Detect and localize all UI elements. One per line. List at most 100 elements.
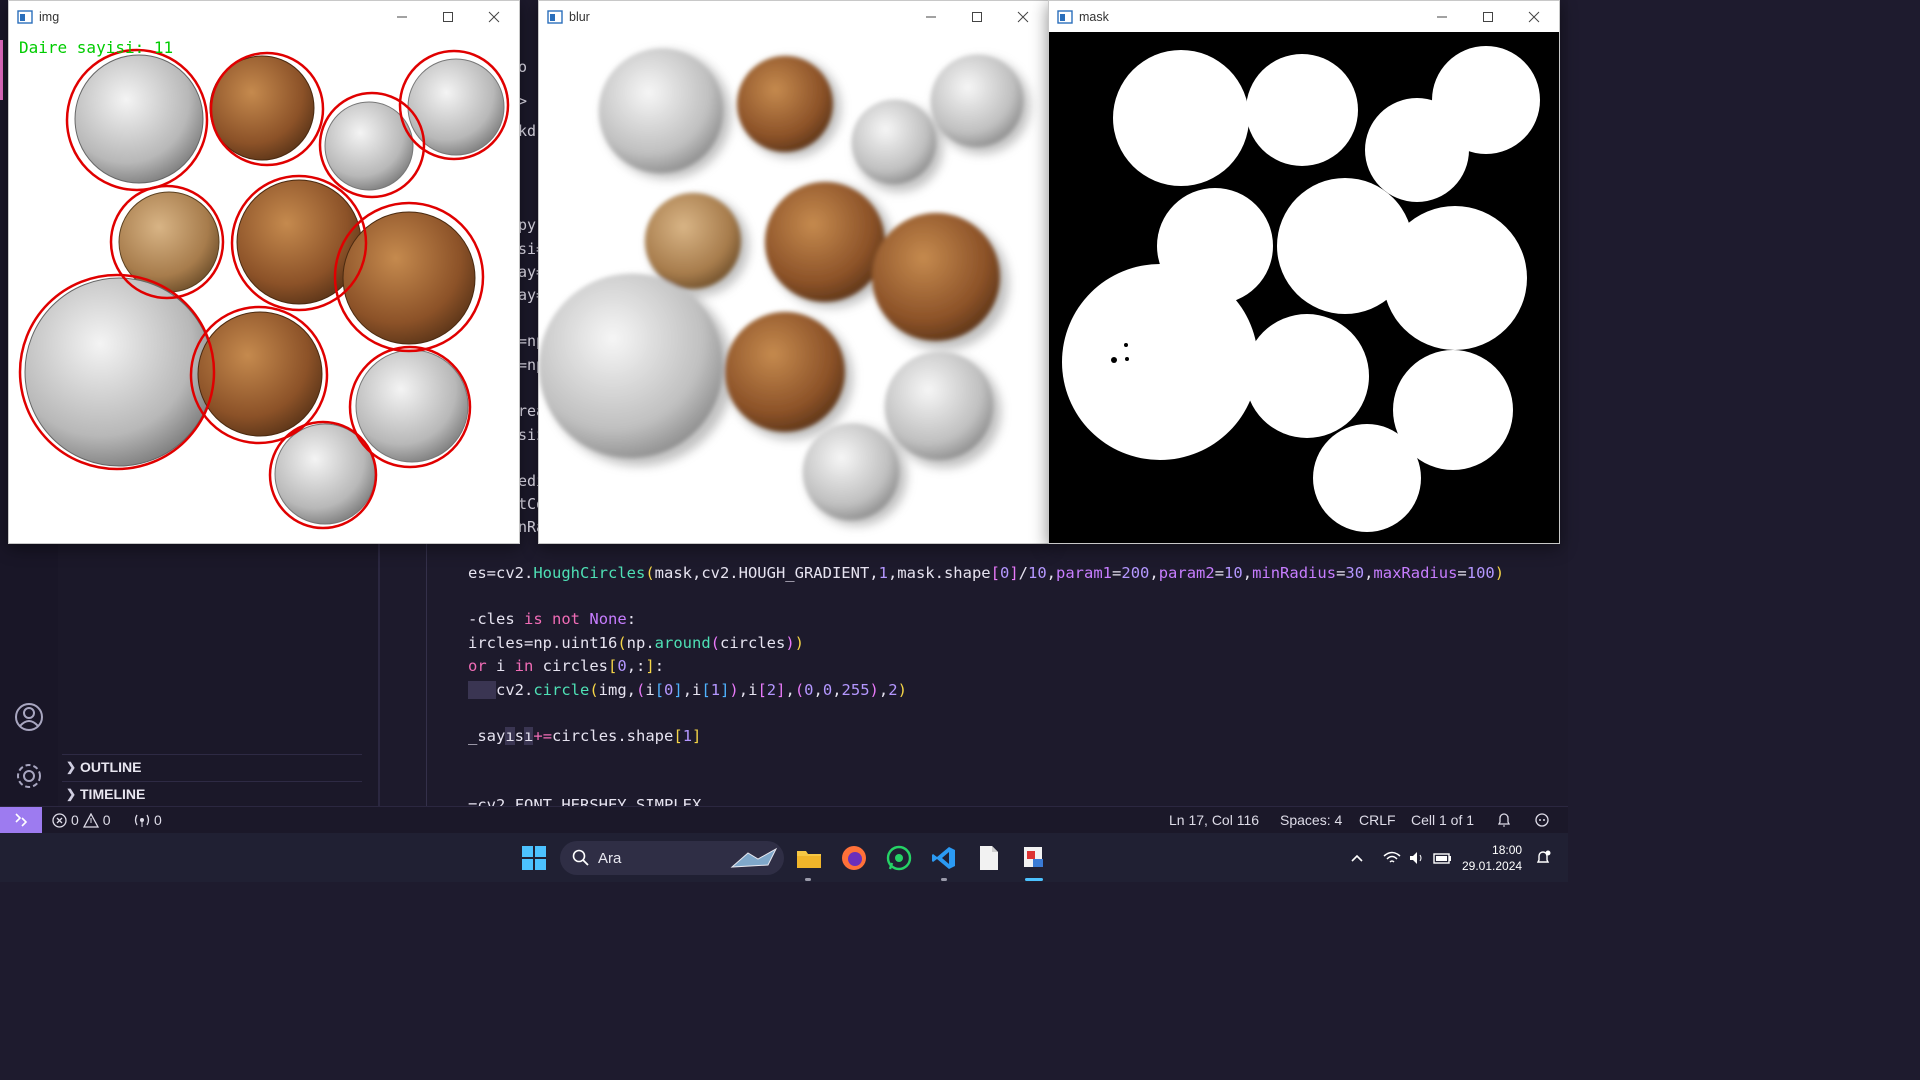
- code-token: 1: [682, 727, 693, 745]
- code-token: [: [673, 727, 683, 745]
- taskbar-search[interactable]: Ara: [560, 841, 784, 875]
- titlebar[interactable]: blur: [539, 1, 1048, 32]
- titlebar[interactable]: img: [9, 1, 519, 32]
- start-button[interactable]: [516, 841, 552, 875]
- titlebar[interactable]: mask: [1049, 1, 1559, 32]
- window-title: img: [39, 9, 60, 24]
- close-button[interactable]: [1511, 1, 1557, 32]
- code-line[interactable]: -cles is not None:: [468, 610, 636, 628]
- code-line[interactable]: or i in circles[0,:]:: [468, 657, 664, 675]
- code-token: 2: [766, 681, 777, 699]
- code-token: s: [514, 727, 525, 745]
- code-token: 10: [1224, 564, 1243, 582]
- battery-icon[interactable]: [1432, 849, 1452, 867]
- blurred-image: [539, 49, 1030, 526]
- outline-section[interactable]: ❯ OUTLINE: [62, 754, 362, 779]
- cell-indicator[interactable]: Cell 1 of 1: [1411, 807, 1474, 833]
- code-token: cv2.: [496, 681, 534, 699]
- notification-center-icon[interactable]: [1534, 849, 1552, 867]
- close-button[interactable]: [1000, 1, 1046, 32]
- firefox-button[interactable]: [836, 841, 872, 875]
- code-token: ,: [785, 681, 795, 699]
- maximize-button[interactable]: [954, 1, 1000, 32]
- indentation[interactable]: Spaces: 4: [1280, 807, 1342, 833]
- code-token: _say: [468, 727, 506, 745]
- code-token: ,: [832, 681, 842, 699]
- problems-indicator[interactable]: 0 0: [52, 807, 111, 833]
- bell-icon: [1497, 813, 1511, 827]
- account-icon[interactable]: [14, 702, 44, 732]
- code-token: circles: [533, 657, 608, 675]
- code-token: 0: [664, 681, 674, 699]
- chevron-up-icon[interactable]: [1348, 849, 1366, 867]
- code-line[interactable]: ircles=np.uint16(np.around(circles)): [468, 634, 804, 652]
- notepad-button[interactable]: [971, 841, 1007, 875]
- code-token: circle: [533, 681, 590, 699]
- window-img[interactable]: img Daire sayisi: 11: [8, 0, 520, 544]
- code-token: ,: [878, 681, 889, 699]
- cursor-position[interactable]: Ln 17, Col 116: [1169, 807, 1259, 833]
- outline-label: OUTLINE: [80, 759, 142, 775]
- code-token: ): [869, 681, 879, 699]
- timeline-section[interactable]: ❯ TIMELINE: [62, 781, 362, 806]
- file-explorer-button[interactable]: [791, 841, 827, 875]
- code-token: param1: [1056, 564, 1113, 582]
- code-token: None: [589, 610, 627, 628]
- peek-fragment: =np: [518, 332, 538, 350]
- maximize-button[interactable]: [1465, 1, 1511, 32]
- minimize-button[interactable]: [379, 1, 425, 32]
- code-token: ı: [524, 727, 534, 745]
- maximize-icon: [1483, 11, 1493, 22]
- code-token: :: [626, 610, 637, 628]
- circle-count-overlay: Daire sayisi: 11: [19, 38, 173, 57]
- code-line[interactable]: _sayısı+=circles.shape[1]: [468, 727, 701, 745]
- minimize-icon: [397, 16, 407, 17]
- code-line[interactable]: es=cv2.HoughCircles(mask,cv2.HOUGH_GRADI…: [468, 564, 1504, 582]
- error-icon: [52, 812, 67, 828]
- code-token: (: [645, 564, 655, 582]
- vscode-icon: [932, 847, 955, 869]
- code-token: [: [608, 657, 618, 675]
- wifi-icon[interactable]: [1382, 849, 1402, 867]
- clock-time: 18:00: [1492, 842, 1523, 857]
- minimize-button[interactable]: [908, 1, 954, 32]
- code-token: ircles=np.uint16: [468, 634, 618, 652]
- minimize-button[interactable]: [1419, 1, 1465, 32]
- code-token: ): [785, 634, 795, 652]
- line-ending[interactable]: CRLF: [1359, 807, 1396, 833]
- close-button[interactable]: [471, 1, 517, 32]
- code-token: minRadius: [1252, 564, 1337, 582]
- code-token: ,: [1046, 564, 1057, 582]
- ports-count: 0: [154, 812, 162, 828]
- notifications-button[interactable]: [1496, 807, 1512, 833]
- ports-indicator[interactable]: 0: [134, 807, 162, 833]
- peek-fragment: siz: [518, 426, 538, 444]
- code-token: [468, 681, 496, 699]
- code-token: =: [1457, 564, 1467, 582]
- code-token: 0: [999, 564, 1010, 582]
- clock[interactable]: 18:00 29.01.2024: [1462, 842, 1522, 874]
- code-token: ,: [1149, 564, 1159, 582]
- peek-fragment: tCo: [518, 495, 538, 513]
- code-token: not: [552, 610, 581, 628]
- opencv-window-icon: [1057, 9, 1073, 24]
- image-canvas: Daire sayisi: 11: [9, 32, 519, 543]
- code-line[interactable]: cv2.circle(img,(i[0],i[1]),i[2],(0,0,255…: [468, 681, 907, 699]
- system-tray: 18:00 29.01.2024: [1348, 833, 1552, 882]
- maximize-button[interactable]: [425, 1, 471, 32]
- search-icon: [572, 849, 589, 866]
- code-line[interactable]: =cv2.FONT_HERSHEY_SIMPLEX: [468, 796, 701, 806]
- window-mask[interactable]: mask: [1048, 0, 1560, 544]
- window-blur[interactable]: blur: [538, 0, 1049, 544]
- vscode-button[interactable]: [926, 841, 962, 875]
- remote-button[interactable]: [0, 807, 42, 833]
- code-token: 30: [1345, 564, 1365, 582]
- copilot-button[interactable]: [1534, 807, 1550, 833]
- speaker-icon[interactable]: [1408, 849, 1426, 867]
- timeline-label: TIMELINE: [80, 786, 146, 802]
- running-indicator: [941, 878, 947, 881]
- whatsapp-button[interactable]: [881, 841, 917, 875]
- python-app-button[interactable]: [1016, 841, 1052, 875]
- peek-fragment: ay=: [518, 286, 538, 304]
- gear-icon[interactable]: [14, 761, 44, 791]
